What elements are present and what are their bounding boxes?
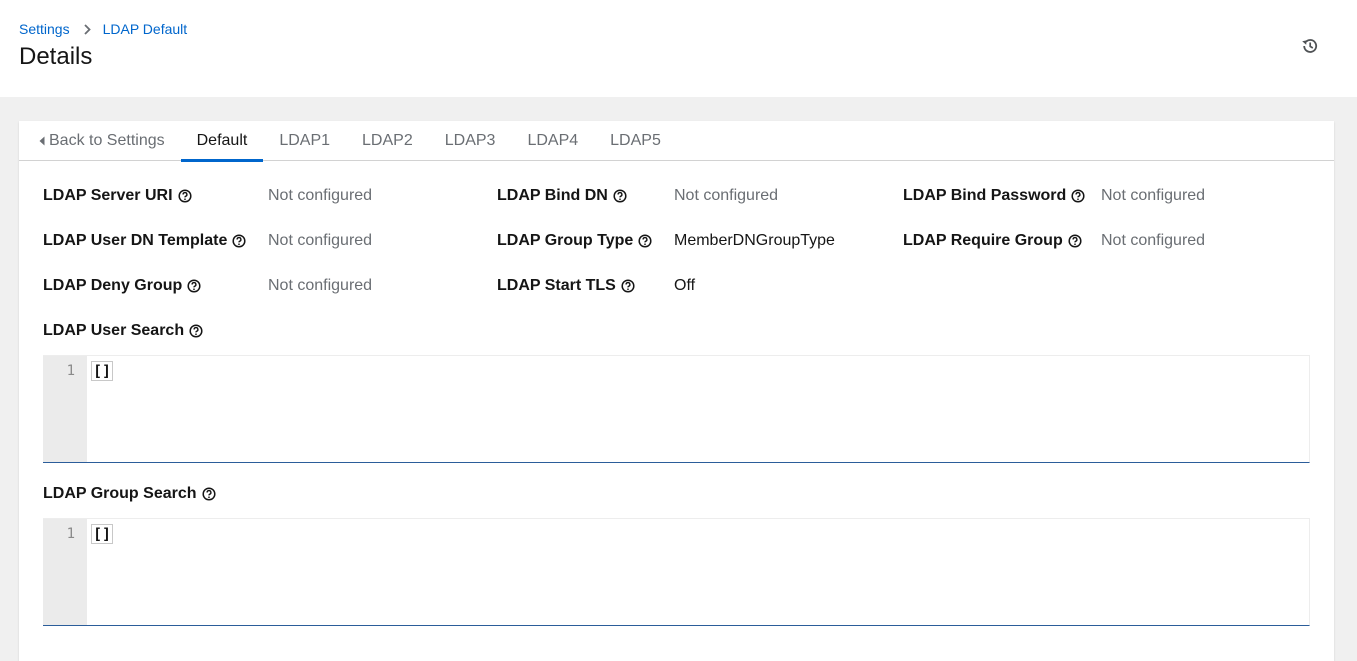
term-text: LDAP Bind Password <box>903 187 1067 204</box>
question-circle-icon[interactable] <box>621 279 635 293</box>
tab-ldap5[interactable]: LDAP5 <box>594 121 677 161</box>
question-circle-icon[interactable] <box>189 324 203 338</box>
question-circle-icon[interactable] <box>201 487 216 501</box>
ldap-start-tls-value: Off <box>674 277 696 294</box>
ldap-user-dn-template-value: Not configured <box>268 232 373 249</box>
ldap-bind-password-value: Not configured <box>1101 187 1206 204</box>
tab-label: LDAP5 <box>610 132 661 149</box>
tab-ldap1[interactable]: LDAP1 <box>263 121 346 161</box>
ldap-start-tls-label: LDAP Start TLS <box>497 277 635 295</box>
ldap-bind-dn-value: Not configured <box>674 187 779 204</box>
ldap-require-group-value: Not configured <box>1101 232 1206 249</box>
ldap-user-search-label: LDAP User Search <box>43 322 203 340</box>
page-title: Details <box>19 43 93 70</box>
term-text: LDAP Deny Group <box>43 277 183 294</box>
ldap-deny-group-value: Not configured <box>268 277 373 294</box>
ldap-bind-password-label: LDAP Bind Password <box>903 187 1085 205</box>
ldap-group-type-label: LDAP Group Type <box>497 232 652 250</box>
tab-ldap2[interactable]: LDAP2 <box>346 121 429 161</box>
ldap-group-search-editor[interactable]: 1 [] <box>43 518 1310 626</box>
tab-label: LDAP4 <box>527 132 579 149</box>
tab-ldap4[interactable]: LDAP4 <box>511 121 594 161</box>
caret-left-icon <box>39 136 45 146</box>
ldap-user-dn-template-label: LDAP User DN Template <box>43 232 246 250</box>
ldap-server-uri-value: Not configured <box>268 187 373 204</box>
editor-code: [] <box>91 361 114 381</box>
ldap-user-search-editor[interactable]: 1 [] <box>43 355 1310 463</box>
ldap-group-type-value: MemberDNGroupType <box>674 232 835 249</box>
question-circle-icon[interactable] <box>1071 189 1085 203</box>
question-circle-icon[interactable] <box>187 279 201 293</box>
term-text: LDAP Start TLS <box>497 277 616 294</box>
page-header: Settings LDAP Default Details <box>0 0 1357 97</box>
ldap-group-search-label: LDAP Group Search <box>43 485 216 503</box>
line-number: 1 <box>66 526 75 542</box>
tab-label: Back to Settings <box>49 132 165 149</box>
ldap-deny-group-label: LDAP Deny Group <box>43 277 201 295</box>
line-number: 1 <box>66 363 75 379</box>
details-card: Back to Settings Default LDAP1 LDAP2 LDA… <box>19 121 1334 661</box>
term-text: LDAP User DN Template <box>43 232 228 249</box>
question-circle-icon[interactable] <box>613 189 627 203</box>
ldap-bind-dn-label: LDAP Bind DN <box>497 187 627 205</box>
tab-label: LDAP2 <box>362 132 413 149</box>
editor-gutter: 1 <box>43 519 87 625</box>
tab-back-to-settings[interactable]: Back to Settings <box>19 121 181 161</box>
ldap-require-group-label: LDAP Require Group <box>903 232 1082 250</box>
question-circle-icon[interactable] <box>638 234 652 248</box>
breadcrumb: Settings LDAP Default <box>19 21 187 37</box>
editor-code: [] <box>91 524 114 544</box>
editor-gutter: 1 <box>43 356 87 462</box>
question-circle-icon[interactable] <box>232 234 246 248</box>
tab-label: Default <box>196 132 248 149</box>
breadcrumb-ldap-default-link[interactable]: LDAP Default <box>103 21 188 37</box>
term-text: LDAP Require Group <box>903 232 1063 249</box>
question-circle-icon[interactable] <box>177 189 192 203</box>
term-text: LDAP Group Search <box>43 485 197 502</box>
term-text: LDAP User Search <box>43 322 185 339</box>
tab-ldap3[interactable]: LDAP3 <box>429 121 512 161</box>
term-text: LDAP Group Type <box>497 232 634 249</box>
tab-label: LDAP3 <box>444 132 496 149</box>
term-text: LDAP Bind DN <box>497 187 608 204</box>
tab-bar: Back to Settings Default LDAP1 LDAP2 LDA… <box>19 121 1334 162</box>
chevron-right-icon <box>83 23 91 35</box>
term-text: LDAP Server URI <box>43 187 173 204</box>
tab-default[interactable]: Default <box>180 121 264 162</box>
ldap-server-uri-label: LDAP Server URI <box>43 187 192 205</box>
tab-label: LDAP1 <box>279 132 331 149</box>
question-circle-icon[interactable] <box>1068 234 1082 248</box>
history-icon[interactable] <box>1298 34 1322 58</box>
breadcrumb-settings-link[interactable]: Settings <box>19 21 70 37</box>
